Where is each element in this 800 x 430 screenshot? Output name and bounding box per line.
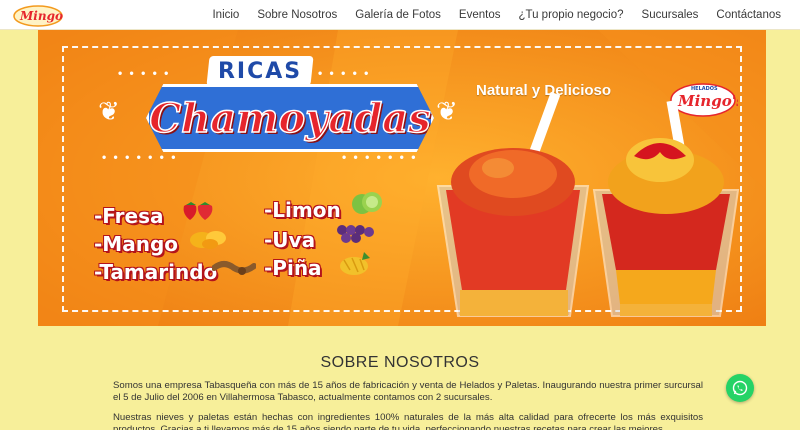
grape-icon: [337, 225, 374, 243]
decor-dots-left: • • • • •: [118, 66, 171, 80]
chamoyada-cups-image: [436, 91, 740, 317]
about-paragraph-1: Somos una empresa Tabasqueña con más de …: [113, 380, 703, 403]
top-navbar: Mingo's Inicio Sobre Nosotros Galería de…: [0, 0, 800, 30]
decor-dots-right: • • • • •: [318, 66, 371, 80]
nav-link-inicio[interactable]: Inicio: [203, 9, 248, 21]
nav-link-galeria[interactable]: Galería de Fotos: [346, 9, 450, 21]
mango-icon: [190, 231, 226, 249]
mingos-logo[interactable]: Mingo's: [12, 2, 64, 28]
flavor-pina: -Piña: [264, 256, 322, 280]
nav-link-sobre-nosotros[interactable]: Sobre Nosotros: [248, 9, 346, 21]
svg-text:Mingo's: Mingo's: [19, 9, 64, 23]
strawberry-icon: [183, 202, 213, 220]
flavor-limon: -Limon: [264, 198, 341, 222]
headline-text: Chamoyadas: [149, 94, 432, 143]
flavor-tamarindo: -Tamarindo: [94, 260, 218, 284]
nav-link-sucursales[interactable]: Sucursales: [633, 9, 708, 21]
headline-box: Chamoyadas: [146, 84, 434, 152]
hero-banner: • • • • • • • • • • RICAS ❦ ❦ • • • • • …: [38, 30, 766, 326]
decor-dots-bottom-left: • • • • • • •: [102, 150, 178, 164]
nav-link-tu-propio-negocio[interactable]: ¿Tu propio negocio?: [509, 9, 632, 21]
nav-menu: Inicio Sobre Nosotros Galería de Fotos E…: [203, 0, 790, 30]
nav-link-contactanos[interactable]: Contáctanos: [707, 9, 790, 21]
whatsapp-button[interactable]: [726, 374, 754, 402]
lime-icon: [352, 192, 382, 214]
whatsapp-icon: [732, 380, 748, 396]
about-paragraph-2: Nuestras nieves y paletas están hechas c…: [113, 412, 703, 430]
about-section: SOBRE NOSOTROS Somos una empresa Tabasqu…: [0, 330, 800, 430]
nav-link-eventos[interactable]: Eventos: [450, 9, 510, 21]
pineapple-icon: [340, 252, 370, 275]
section-title: SOBRE NOSOTROS: [320, 354, 480, 371]
flavor-uva: -Uva: [264, 228, 316, 252]
flavor-mango: -Mango: [94, 232, 178, 256]
ricas-label-box: RICAS: [206, 56, 314, 86]
ricas-text: RICAS: [217, 58, 303, 84]
flavor-fresa: -Fresa: [94, 204, 164, 228]
swirl-left-icon: ❦: [98, 96, 120, 126]
tamarind-icon: [212, 261, 256, 275]
